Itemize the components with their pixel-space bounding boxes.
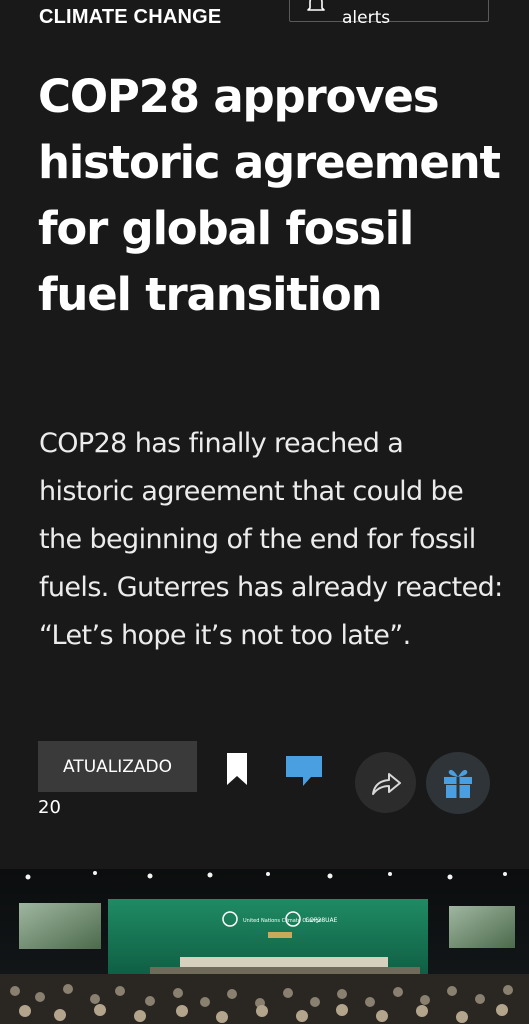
bell-icon [307,0,325,11]
article-headline: COP28 approves historic agreement for gl… [38,70,501,321]
updated-label: ATUALIZADO [63,756,172,777]
article-summary: COP28 has finally reached a historic agr… [39,428,503,651]
alerts-label: alerts [342,8,391,28]
comment-icon [286,756,322,786]
section-label[interactable]: CLIMATE CHANGE [39,6,221,29]
article-hero-image[interactable]: United Nations Climate Change COP28UAE [0,869,529,1024]
share-button[interactable] [355,752,416,813]
gift-button[interactable] [426,752,490,814]
stage-banner-right: COP28UAE [305,917,338,924]
alerts-button[interactable]: alerts [289,0,489,28]
gift-icon [444,769,472,798]
updated-badge: ATUALIZADO [38,741,197,792]
conference-hall-photo: United Nations Climate Change COP28UAE [0,869,529,1024]
share-icon [371,772,401,795]
updated-date: 20 [38,797,61,818]
comment-button[interactable] [285,755,323,787]
bookmark-button[interactable] [224,752,250,786]
bookmark-icon [227,753,247,785]
